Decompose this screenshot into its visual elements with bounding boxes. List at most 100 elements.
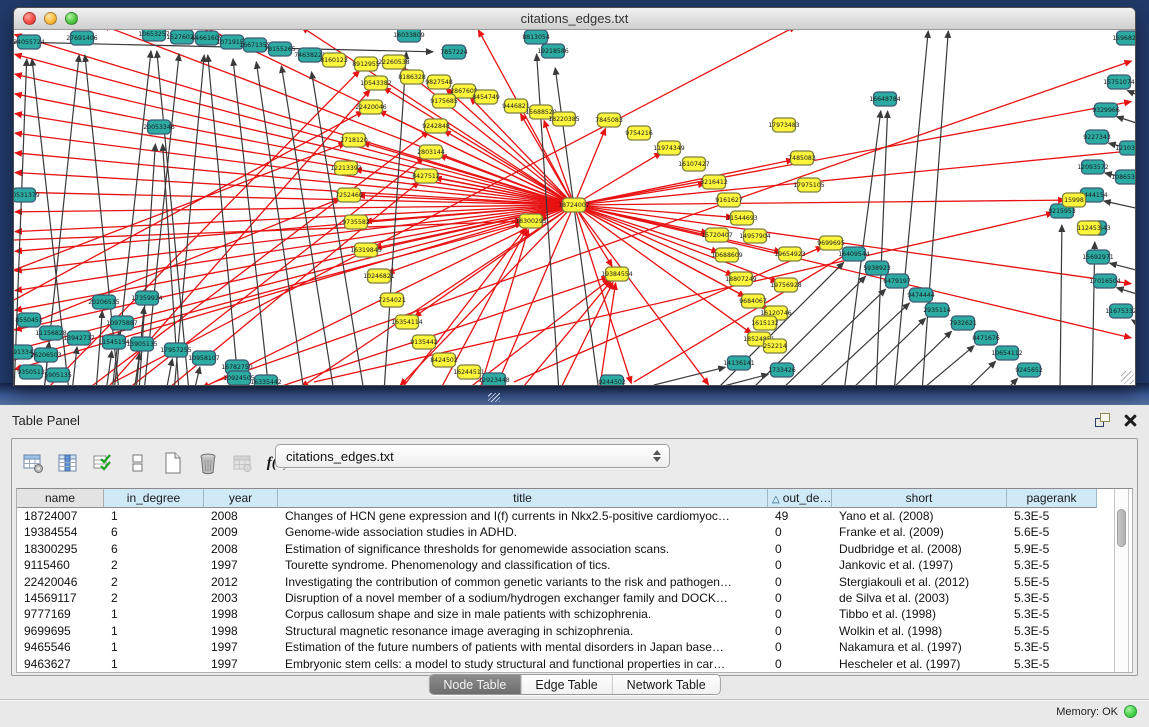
graph-edge[interactable] bbox=[574, 205, 612, 266]
graph-node[interactable]: 10688609 bbox=[711, 248, 743, 262]
graph-node[interactable]: 8454749 bbox=[472, 90, 500, 104]
table-cell[interactable]: Tibbo et al. (1998) bbox=[832, 606, 1007, 622]
graph-node[interactable]: 19654923 bbox=[774, 247, 806, 261]
graph-edge[interactable] bbox=[1104, 201, 1135, 209]
graph-node[interactable]: 8813054 bbox=[522, 30, 550, 44]
table-cell[interactable]: 5.3E-5 bbox=[1007, 623, 1097, 639]
graph-node[interactable]: 18220385 bbox=[548, 112, 580, 126]
graph-node[interactable]: 7252460 bbox=[335, 188, 363, 202]
graph-node[interactable]: 15692971 bbox=[1082, 250, 1114, 264]
graph-node[interactable]: 9754216 bbox=[625, 126, 653, 140]
table-row[interactable]: 911546021997Tourette syndrome. Phenomeno… bbox=[17, 557, 1132, 573]
graph-node[interactable]: 5938923 bbox=[863, 261, 891, 275]
graph-node[interactable]: 11544693 bbox=[726, 211, 758, 225]
minimize-window-button[interactable] bbox=[44, 12, 57, 25]
graph-node[interactable]: 19756928 bbox=[770, 278, 802, 292]
graph-edge[interactable] bbox=[96, 311, 102, 385]
table-cell[interactable]: Structural magnetic resonance image aver… bbox=[278, 623, 768, 639]
table-cell[interactable]: Changes of HCN gene expression and I(f) … bbox=[278, 508, 768, 524]
table-cell[interactable]: 5.6E-5 bbox=[1007, 524, 1097, 540]
table-cell[interactable]: 1997 bbox=[204, 557, 278, 573]
graph-node[interactable]: 8471676 bbox=[972, 331, 1000, 345]
network-view[interactable]: 2405572427691406106532571527602364661605… bbox=[14, 30, 1135, 385]
table-cell[interactable]: 5.3E-5 bbox=[1007, 656, 1097, 672]
graph-node[interactable]: 9684067 bbox=[739, 294, 767, 308]
graph-edge[interactable] bbox=[1127, 91, 1135, 97]
delete-table-icon[interactable] bbox=[230, 449, 256, 477]
table-cell[interactable]: 5.3E-5 bbox=[1007, 557, 1097, 573]
graph-edge[interactable] bbox=[1060, 225, 1062, 385]
graph-node[interactable]: 10653257 bbox=[138, 30, 170, 41]
column-header-title[interactable]: title bbox=[278, 489, 768, 508]
table-mode-icon[interactable] bbox=[20, 449, 46, 477]
graph-node[interactable]: 15720407 bbox=[701, 228, 733, 242]
graph-node[interactable]: 15751074 bbox=[1103, 75, 1135, 89]
table-cell[interactable]: Embryonic stem cells: a model to study s… bbox=[278, 656, 768, 672]
graph-node[interactable]: 1615132 bbox=[751, 316, 779, 330]
graph-edge[interactable] bbox=[519, 281, 611, 385]
table-cell[interactable]: 1997 bbox=[204, 639, 278, 655]
graph-edge[interactable] bbox=[1117, 288, 1135, 295]
graph-edge[interactable] bbox=[599, 283, 616, 385]
graph-edge[interactable] bbox=[654, 367, 725, 385]
table-row[interactable]: 977716911998Corpus callosum shape and si… bbox=[17, 606, 1132, 622]
table-cell[interactable]: Hescheler et al. (1997) bbox=[832, 656, 1007, 672]
table-selector-dropdown[interactable]: citations_edges.txt bbox=[275, 444, 670, 468]
table-cell[interactable]: 0 bbox=[768, 639, 832, 655]
graph-node[interactable]: 9474444 bbox=[907, 288, 935, 302]
graph-node[interactable]: 78155265 bbox=[264, 42, 296, 56]
graph-node[interactable]: 5905135 bbox=[44, 368, 72, 382]
column-header-name[interactable]: name bbox=[17, 489, 104, 508]
graph-node[interactable]: 17957255 bbox=[160, 343, 192, 357]
table-cell[interactable]: 5.3E-5 bbox=[1007, 508, 1097, 524]
graph-node[interactable]: 18807249 bbox=[725, 272, 757, 286]
table-cell[interactable]: 0 bbox=[768, 606, 832, 622]
table-cell[interactable]: 1 bbox=[104, 606, 204, 622]
column-header-in_degree[interactable]: in_degree bbox=[104, 489, 204, 508]
graph-node[interactable]: 13905135 bbox=[126, 337, 158, 351]
table-cell[interactable]: 1 bbox=[104, 639, 204, 655]
graph-node[interactable]: 9161627 bbox=[715, 193, 743, 207]
table-cell[interactable]: Jankovic et al. (1997) bbox=[832, 557, 1007, 573]
graph-node[interactable]: 8550451 bbox=[15, 313, 43, 327]
graph-node[interactable]: 10246821 bbox=[363, 269, 395, 283]
table-cell[interactable]: 22420046 bbox=[17, 574, 104, 590]
network-window-titlebar[interactable]: citations_edges.txt bbox=[14, 8, 1135, 30]
select-all-icon[interactable] bbox=[90, 449, 116, 477]
table-cell[interactable]: 2008 bbox=[204, 508, 278, 524]
column-header-pagerank[interactable]: pagerank bbox=[1007, 489, 1097, 508]
table-cell[interactable]: 1998 bbox=[204, 623, 278, 639]
show-columns-icon[interactable] bbox=[55, 449, 81, 477]
graph-node[interactable]: 112453 bbox=[1077, 221, 1101, 235]
graph-node[interactable]: 6479197 bbox=[883, 274, 911, 288]
graph-node[interactable]: 9350513 bbox=[17, 365, 45, 379]
column-header-out_de[interactable]: △out_de… bbox=[768, 489, 832, 508]
graph-node[interactable]: 24055724 bbox=[14, 35, 45, 49]
graph-node[interactable]: 9735582 bbox=[342, 215, 370, 229]
table-row[interactable]: 1456911722003Disruption of a novel membe… bbox=[17, 590, 1132, 606]
graph-node[interactable]: 9227343 bbox=[1083, 130, 1111, 144]
graph-edge[interactable] bbox=[716, 374, 768, 385]
table-cell[interactable]: 1 bbox=[104, 656, 204, 672]
graph-edge[interactable] bbox=[1004, 378, 1018, 385]
table-cell[interactable]: Investigating the contribution of common… bbox=[278, 574, 768, 590]
graph-node[interactable]: 3216412 bbox=[700, 175, 728, 189]
graph-node[interactable]: 14136141 bbox=[723, 356, 755, 370]
graph-edge[interactable] bbox=[889, 331, 952, 385]
graph-node[interactable]: 27691406 bbox=[66, 31, 98, 45]
table-cell[interactable]: 6 bbox=[104, 541, 204, 557]
graph-node[interactable]: 10958107 bbox=[188, 351, 220, 365]
new-column-icon[interactable] bbox=[160, 449, 186, 477]
graph-node[interactable]: 7254021 bbox=[378, 293, 406, 307]
graph-node[interactable]: 16319845 bbox=[350, 243, 382, 257]
table-cell[interactable]: 2 bbox=[104, 557, 204, 573]
graph-node[interactable]: 22260538 bbox=[378, 55, 410, 69]
table-cell[interactable]: Wolkin et al. (1998) bbox=[832, 623, 1007, 639]
table-cell[interactable]: 0 bbox=[768, 623, 832, 639]
graph-edge[interactable] bbox=[574, 200, 1065, 205]
table-cell[interactable]: 9115460 bbox=[17, 557, 104, 573]
graph-node[interactable]: 19384554 bbox=[601, 267, 633, 281]
table-cell[interactable]: 0 bbox=[768, 524, 832, 540]
graph-edge[interactable] bbox=[14, 221, 522, 240]
graph-node[interactable]: 16409544 bbox=[838, 247, 870, 261]
